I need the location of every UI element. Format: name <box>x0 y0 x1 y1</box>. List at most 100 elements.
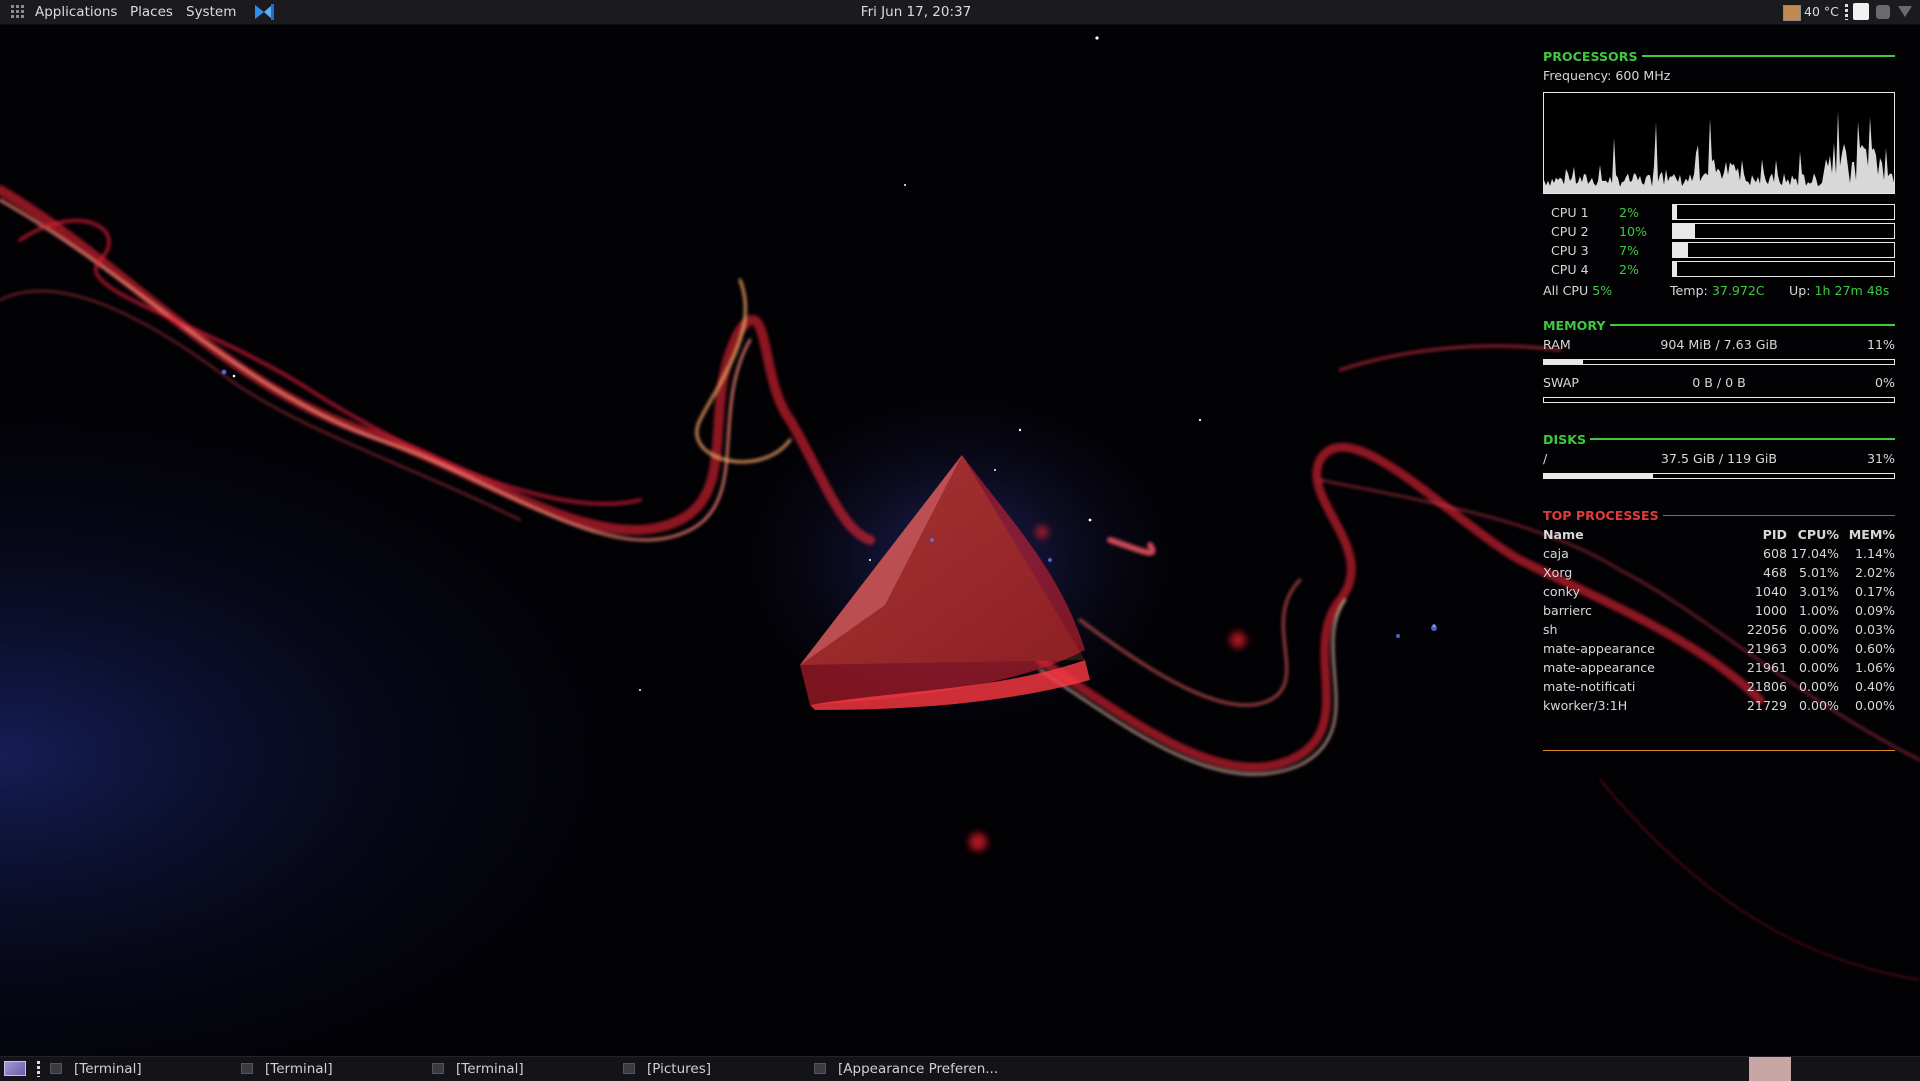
weather-icon[interactable] <box>1783 5 1801 21</box>
process-pid: 608 <box>1762 546 1787 561</box>
cpu-temperature: Temp: 37.972C <box>1670 283 1765 298</box>
top-panel: Applications Places System Fri Jun 17, 2… <box>0 0 1920 25</box>
cpu-core-percent: 10% <box>1619 224 1647 239</box>
window-icon <box>241 1063 253 1074</box>
ram-bar <box>1543 359 1895 365</box>
process-table-header: Name PID CPU% MEM% <box>1543 527 1895 542</box>
process-pid: 21961 <box>1746 660 1787 675</box>
processors-header: PROCESSORS <box>1543 48 1895 64</box>
taskbar-window-button[interactable]: [Terminal] <box>241 1057 426 1081</box>
process-pid: 21729 <box>1746 698 1787 713</box>
menu-places[interactable]: Places <box>130 0 173 24</box>
cpu-core-percent: 7% <box>1619 243 1639 258</box>
taskbar-window-button[interactable]: [Appearance Preferen... <box>814 1057 999 1081</box>
cpu-core-label: CPU 4 <box>1551 262 1589 277</box>
all-cpu-summary: All CPU 5% <box>1543 283 1613 298</box>
process-cpu: 3.01% <box>1798 584 1839 599</box>
clock[interactable]: Fri Jun 17, 20:37 <box>861 4 971 20</box>
process-name: Xorg <box>1543 565 1573 580</box>
window-icon <box>623 1063 635 1074</box>
process-mem: 0.60% <box>1854 641 1895 656</box>
process-row: caja 608 17.04% 1.14% <box>1543 546 1895 564</box>
applications-grid-icon[interactable] <box>11 5 25 19</box>
cpu-core-label: CPU 1 <box>1551 205 1589 220</box>
cpu-core-percent: 2% <box>1619 205 1639 220</box>
vscode-launcher-icon[interactable] <box>252 2 276 22</box>
network-icon[interactable] <box>1853 3 1869 20</box>
process-row: kworker/3:1H 21729 0.00% 0.00% <box>1543 698 1895 716</box>
cpu-history-graph <box>1543 92 1895 194</box>
process-row: barrierc 1000 1.00% 0.09% <box>1543 603 1895 621</box>
taskbar-window-label: [Pictures] <box>647 1061 711 1077</box>
cpu-frequency: Frequency: 600 MHz <box>1543 68 1671 83</box>
process-cpu: 0.00% <box>1798 622 1839 637</box>
menu-applications[interactable]: Applications <box>35 0 117 24</box>
taskbar-window-button[interactable]: [Terminal] <box>50 1057 235 1081</box>
process-cpu: 1.00% <box>1798 603 1839 618</box>
process-pid: 21963 <box>1746 641 1787 656</box>
process-mem: 0.40% <box>1854 679 1895 694</box>
process-pid: 468 <box>1762 565 1787 580</box>
process-name: mate-notificati <box>1543 679 1636 694</box>
taskbar-window-label: [Terminal] <box>265 1061 333 1077</box>
conky-footer-rule <box>1543 750 1895 751</box>
taskbar-window-label: [Terminal] <box>456 1061 524 1077</box>
disks-header: DISKS <box>1543 431 1895 447</box>
process-pid: 22056 <box>1746 622 1787 637</box>
process-pid: 21806 <box>1746 679 1787 694</box>
workspace-switcher[interactable] <box>1749 1057 1791 1081</box>
cpu-core-label: CPU 3 <box>1551 243 1589 258</box>
process-name: barrierc <box>1543 603 1592 618</box>
taskbar-window-label: [Appearance Preferen... <box>838 1061 999 1077</box>
disk-bar <box>1543 473 1895 479</box>
menu-system[interactable]: System <box>186 0 236 24</box>
process-row: mate-notificati 21806 0.00% 0.40% <box>1543 679 1895 697</box>
temperature-readout[interactable]: 40 °C <box>1804 0 1839 24</box>
window-icon <box>814 1063 826 1074</box>
taskbar-window-label: [Terminal] <box>74 1061 142 1077</box>
process-row: mate-appearance 21963 0.00% 0.60% <box>1543 641 1895 659</box>
cpu-core-percent: 2% <box>1619 262 1639 277</box>
cpu-core-bar <box>1672 261 1895 277</box>
cpu-core-bar <box>1672 223 1895 239</box>
process-mem: 1.06% <box>1854 660 1895 675</box>
tray-separator-icon <box>1845 4 1848 20</box>
process-row: sh 22056 0.00% 0.03% <box>1543 622 1895 640</box>
process-row: Xorg 468 5.01% 2.02% <box>1543 565 1895 583</box>
bottom-panel: [Terminal] [Terminal] [Terminal] [Pictures]… <box>0 1056 1920 1081</box>
swap-percent: 0% <box>1875 375 1895 390</box>
swap-usage: 0 B / 0 B <box>1692 375 1746 390</box>
process-cpu: 17.04% <box>1790 546 1839 561</box>
taskbar-window-button[interactable]: [Pictures] <box>623 1057 808 1081</box>
taskbar-handle-icon[interactable] <box>37 1061 40 1077</box>
process-name: sh <box>1543 622 1558 637</box>
process-name: mate-appearance <box>1543 660 1655 675</box>
process-mem: 0.03% <box>1854 622 1895 637</box>
process-mem: 0.00% <box>1854 698 1895 713</box>
process-mem: 0.17% <box>1854 584 1895 599</box>
disk-usage: 37.5 GiB / 119 GiB <box>1660 451 1778 466</box>
cpu-core-bar <box>1672 204 1895 220</box>
process-row: conky 1040 3.01% 0.17% <box>1543 584 1895 602</box>
window-icon <box>50 1063 62 1074</box>
process-pid: 1000 <box>1754 603 1787 618</box>
cpu-core-bar <box>1672 242 1895 258</box>
wifi-icon[interactable] <box>1898 6 1912 17</box>
process-cpu: 0.00% <box>1798 660 1839 675</box>
memory-header: MEMORY <box>1543 317 1895 333</box>
process-mem: 1.14% <box>1854 546 1895 561</box>
process-cpu: 0.00% <box>1798 679 1839 694</box>
show-desktop-icon[interactable] <box>4 1061 26 1076</box>
process-name: mate-appearance <box>1543 641 1655 656</box>
process-name: caja <box>1543 546 1569 561</box>
taskbar-window-button[interactable]: [Terminal] <box>432 1057 617 1081</box>
uptime: Up: 1h 27m 48s <box>1789 283 1890 298</box>
process-row: mate-appearance 21961 0.00% 1.06% <box>1543 660 1895 678</box>
process-cpu: 5.01% <box>1798 565 1839 580</box>
process-cpu: 0.00% <box>1798 698 1839 713</box>
process-mem: 0.09% <box>1854 603 1895 618</box>
process-name: kworker/3:1H <box>1543 698 1628 713</box>
swap-bar <box>1543 397 1895 403</box>
volume-icon[interactable] <box>1876 5 1890 19</box>
top-processes-header: TOP PROCESSES <box>1543 507 1895 523</box>
